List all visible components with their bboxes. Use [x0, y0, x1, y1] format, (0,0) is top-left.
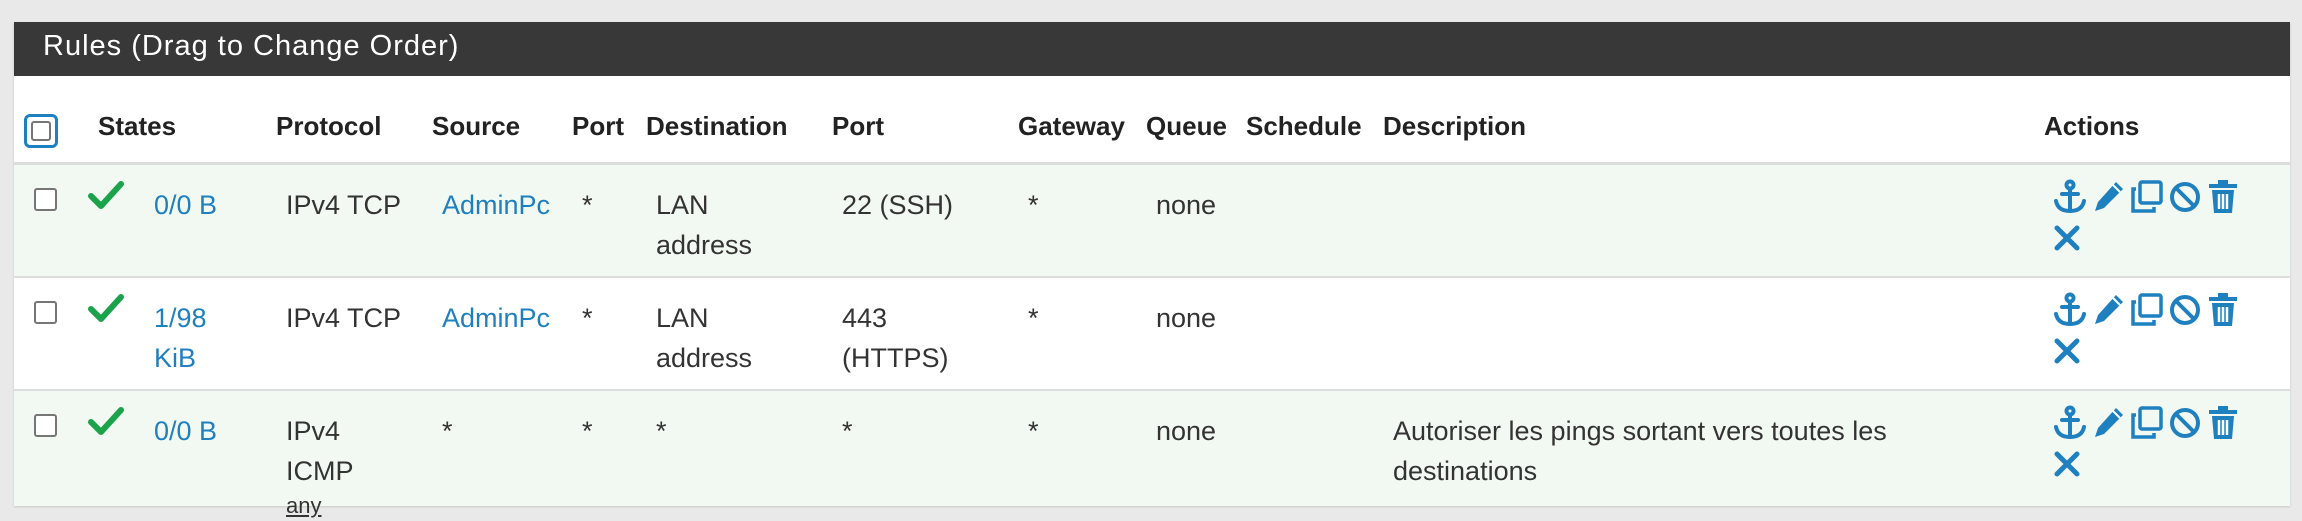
copy-icon[interactable]: [2130, 179, 2164, 215]
column-header-description[interactable]: Description: [1383, 111, 1526, 142]
gateway-cell: *: [1028, 190, 1039, 220]
delete-x-icon[interactable]: [2052, 336, 2082, 366]
check-icon[interactable]: [88, 179, 124, 211]
column-header-states[interactable]: States: [98, 111, 176, 142]
pencil-icon[interactable]: [2092, 292, 2126, 328]
protocol-value: IPv4 ICMP: [286, 416, 354, 486]
port-cell: *: [582, 416, 593, 446]
queue-cell: none: [1156, 190, 1217, 220]
protocol-cell: IPv4 TCP: [286, 185, 416, 225]
destination-cell: *: [656, 416, 667, 446]
destination-cell: LAN address: [656, 303, 753, 373]
trash-icon[interactable]: [2206, 292, 2240, 328]
source-link[interactable]: AdminPc: [442, 185, 562, 225]
anchor-icon[interactable]: [2052, 405, 2088, 441]
column-header-port[interactable]: Port: [572, 111, 624, 142]
rules-panel: Rules (Drag to Change Order) States Prot…: [14, 22, 2290, 518]
column-header-protocol[interactable]: Protocol: [276, 111, 381, 142]
column-header-destination[interactable]: Destination: [646, 111, 788, 142]
copy-icon[interactable]: [2130, 405, 2164, 441]
source-link[interactable]: AdminPc: [442, 298, 562, 338]
row-select-checkbox[interactable]: [34, 301, 57, 324]
copy-icon[interactable]: [2130, 292, 2164, 328]
row-actions: [2052, 179, 2272, 259]
anchor-icon[interactable]: [2052, 179, 2088, 215]
description-cell: Autoriser les pings sortant vers toutes …: [1393, 416, 1887, 486]
table-header-row: States Protocol Source Port Destination …: [14, 76, 2290, 165]
gateway-cell: *: [1028, 303, 1039, 333]
protocol-value: IPv4 TCP: [286, 303, 402, 333]
states-link[interactable]: 1/98 KiB: [154, 298, 234, 378]
trash-icon[interactable]: [2206, 405, 2240, 441]
delete-x-icon[interactable]: [2052, 223, 2082, 253]
anchor-icon[interactable]: [2052, 292, 2088, 328]
destination-cell: LAN address: [656, 190, 753, 260]
protocol-sub-link[interactable]: any: [286, 491, 376, 521]
dest-port-cell: 443 (HTTPS): [842, 303, 949, 373]
column-header-gateway[interactable]: Gateway: [1018, 111, 1125, 142]
disable-icon[interactable]: [2168, 179, 2202, 215]
queue-cell: none: [1156, 416, 1217, 446]
dest-port-cell: 22 (SSH): [842, 190, 954, 220]
protocol-value: IPv4 TCP: [286, 190, 402, 220]
column-header-queue[interactable]: Queue: [1146, 111, 1227, 142]
states-link[interactable]: 0/0 B: [154, 185, 234, 225]
select-all-checkbox[interactable]: [24, 114, 58, 148]
table-row[interactable]: 0/0 B IPv4 ICMP any * * * * * none Autori…: [14, 391, 2290, 518]
table-row[interactable]: 0/0 B IPv4 TCP AdminPc * LAN address 22 …: [14, 165, 2290, 278]
row-select-checkbox[interactable]: [34, 188, 57, 211]
queue-cell: none: [1156, 303, 1217, 333]
column-header-dest-port[interactable]: Port: [832, 111, 884, 142]
row-select-checkbox[interactable]: [34, 414, 57, 437]
row-actions: [2052, 405, 2272, 485]
panel-title: Rules (Drag to Change Order): [43, 30, 460, 62]
column-header-actions: Actions: [2044, 111, 2140, 141]
row-actions: [2052, 292, 2272, 372]
trash-icon[interactable]: [2206, 179, 2240, 215]
delete-x-icon[interactable]: [2052, 449, 2082, 479]
protocol-cell: IPv4 ICMP any: [286, 411, 376, 521]
port-cell: *: [582, 190, 593, 220]
column-header-source[interactable]: Source: [432, 111, 520, 142]
port-cell: *: [582, 303, 593, 333]
dest-port-cell: *: [842, 416, 853, 446]
states-link[interactable]: 0/0 B: [154, 411, 234, 451]
table-row[interactable]: 1/98 KiB IPv4 TCP AdminPc * LAN address …: [14, 278, 2290, 391]
panel-heading: Rules (Drag to Change Order): [14, 22, 2290, 76]
disable-icon[interactable]: [2168, 405, 2202, 441]
pencil-icon[interactable]: [2092, 405, 2126, 441]
protocol-cell: IPv4 TCP: [286, 298, 416, 338]
pencil-icon[interactable]: [2092, 179, 2126, 215]
column-header-schedule[interactable]: Schedule: [1246, 111, 1362, 142]
gateway-cell: *: [1028, 416, 1039, 446]
source-cell: *: [442, 416, 453, 446]
check-icon[interactable]: [88, 405, 124, 437]
check-icon[interactable]: [88, 292, 124, 324]
disable-icon[interactable]: [2168, 292, 2202, 328]
